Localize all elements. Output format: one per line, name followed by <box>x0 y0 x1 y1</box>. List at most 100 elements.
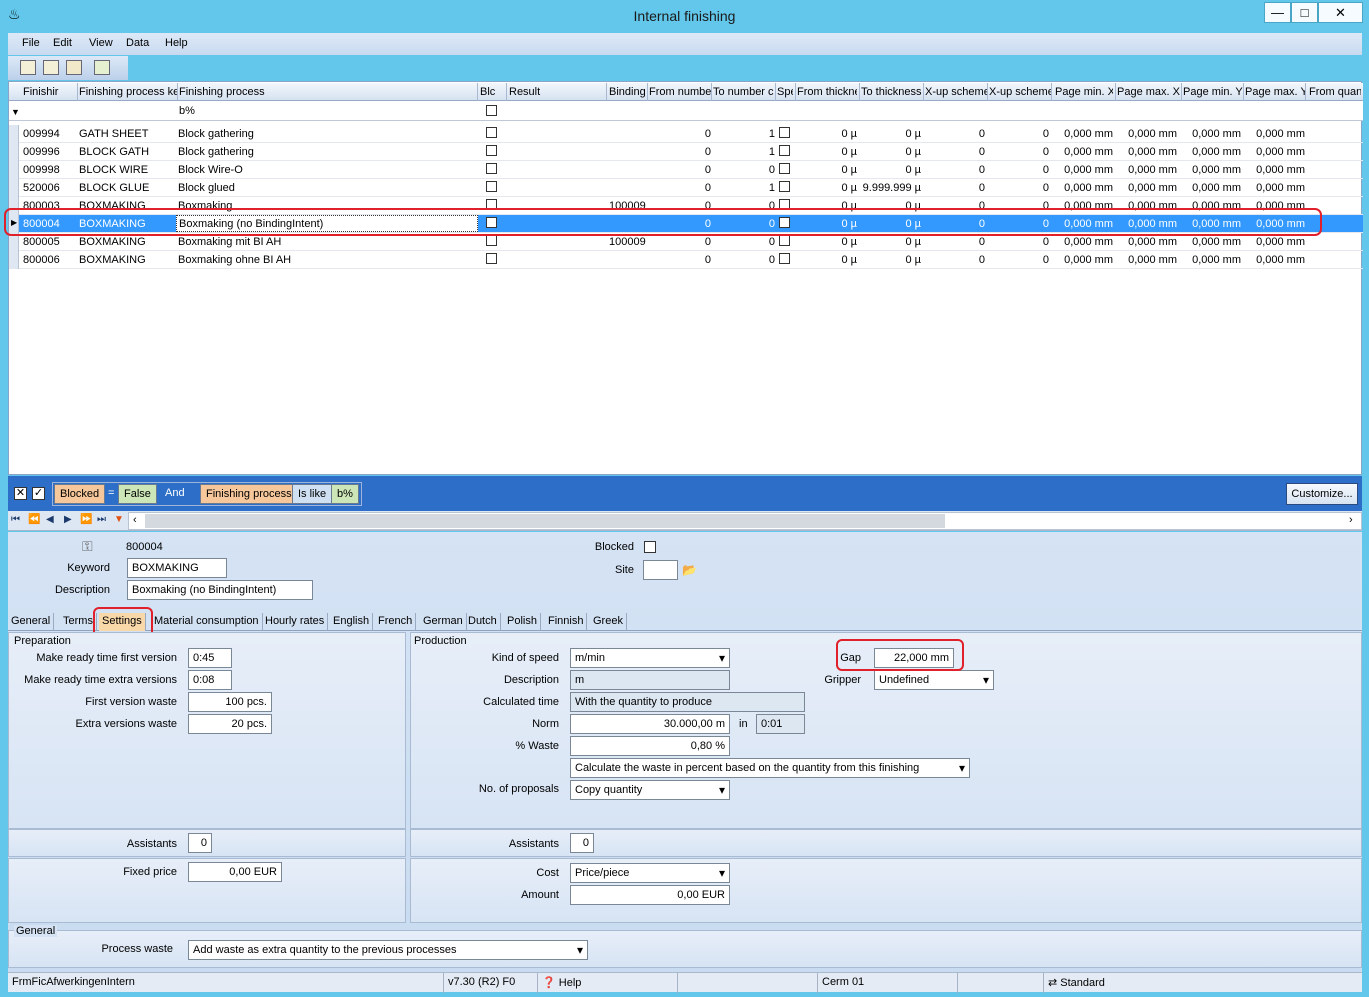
kind-of-speed-select[interactable]: m/min <box>570 648 730 668</box>
cell-pmaxx[interactable]: 0,000 mm <box>1128 146 1177 158</box>
col-to-thickness[interactable]: To thickness <box>861 86 923 98</box>
cell-from[interactable]: 0 <box>705 182 711 194</box>
cell-x2[interactable]: 0 <box>1043 146 1049 158</box>
customize-button[interactable]: Customize... <box>1286 483 1358 505</box>
menu-edit[interactable]: Edit <box>53 37 72 49</box>
wizard-icon[interactable] <box>94 60 110 75</box>
row-blocked-checkbox[interactable] <box>486 145 497 156</box>
cell-no[interactable]: 009994 <box>23 128 60 140</box>
blocked-checkbox[interactable] <box>644 541 656 553</box>
maximize-button[interactable]: □ <box>1291 2 1318 23</box>
cost-select[interactable]: Price/piece <box>570 863 730 883</box>
col-xup-scheme-2[interactable]: X-up scheme <box>989 86 1051 98</box>
cell-x1[interactable]: 0 <box>979 164 985 176</box>
col-from-number[interactable]: From numbe <box>649 86 711 98</box>
row-header[interactable] <box>9 125 19 143</box>
col-result[interactable]: Result <box>509 86 605 98</box>
cell-pmaxy[interactable]: 0,000 mm <box>1256 182 1305 194</box>
row-spe-checkbox[interactable] <box>779 181 790 192</box>
filter-process-value[interactable]: b% <box>179 105 195 117</box>
row-spe-checkbox[interactable] <box>779 163 790 174</box>
cell-fthick[interactable]: 0 µ <box>841 128 857 140</box>
col-binding[interactable]: Binding <box>609 86 647 98</box>
col-blocked[interactable]: Blc <box>480 86 500 98</box>
cell-to[interactable]: 0 <box>769 164 775 176</box>
tab-german[interactable]: German <box>420 613 467 631</box>
cell-x2[interactable]: 0 <box>1043 164 1049 176</box>
cell-pminx[interactable]: 0,000 mm <box>1064 254 1113 266</box>
col-from-quantity[interactable]: From quant <box>1309 86 1361 98</box>
cell-pminy[interactable]: 0,000 mm <box>1192 128 1241 140</box>
menu-data[interactable]: Data <box>126 37 149 49</box>
row-spe-checkbox[interactable] <box>779 145 790 156</box>
status-help[interactable]: ❓ Help <box>538 973 678 993</box>
cell-to[interactable]: 0 <box>769 236 775 248</box>
cell-tthick[interactable]: 0 µ <box>905 128 921 140</box>
cell-to[interactable]: 1 <box>769 128 775 140</box>
cell-pmaxx[interactable]: 0,000 mm <box>1128 164 1177 176</box>
first-version-waste-field[interactable]: 100 pcs. <box>188 692 272 712</box>
cell-from[interactable]: 0 <box>705 164 711 176</box>
col-xup-scheme-1[interactable]: X-up scheme <box>925 86 987 98</box>
no-of-proposals-select[interactable]: Copy quantity <box>570 780 730 800</box>
cell-proc[interactable]: Boxmaking ohne BI AH <box>178 254 291 266</box>
cell-pmaxx[interactable]: 0,000 mm <box>1128 128 1177 140</box>
extra-versions-waste-field[interactable]: 20 pcs. <box>188 714 272 734</box>
filter-chip-finishing-process[interactable]: Finishing process <box>200 484 298 504</box>
cell-tthick[interactable]: 0 µ <box>905 236 921 248</box>
cell-pminy[interactable]: 0,000 mm <box>1192 236 1241 248</box>
table-row[interactable]: 009994 GATH SHEET Block gathering 0 1 0 µ 0 µ 0… <box>9 125 1363 143</box>
tab-material-consumption[interactable]: Material consumption <box>151 613 263 631</box>
cell-proc[interactable]: Boxmaking mit BI AH <box>178 236 281 248</box>
copy-icon[interactable] <box>43 60 59 75</box>
filter-funnel-icon[interactable]: ▼ <box>114 514 124 525</box>
cell-to[interactable]: 1 <box>769 182 775 194</box>
row-header[interactable] <box>9 161 19 179</box>
last-record-icon[interactable]: ⏭ <box>97 514 106 525</box>
site-field[interactable] <box>643 560 678 580</box>
open-icon[interactable] <box>20 60 36 75</box>
tab-hourly-rates[interactable]: Hourly rates <box>262 613 329 631</box>
cell-fthick[interactable]: 0 µ <box>841 182 857 194</box>
cell-x1[interactable]: 0 <box>979 254 985 266</box>
cell-from[interactable]: 0 <box>705 146 711 158</box>
status-layout[interactable]: ⇄ Standard <box>1044 973 1362 993</box>
col-page-max-y[interactable]: Page max. Y <box>1245 86 1305 98</box>
cell-pminx[interactable]: 0,000 mm <box>1064 164 1113 176</box>
row-header[interactable] <box>9 179 19 197</box>
cell-pmaxy[interactable]: 0,000 mm <box>1256 236 1305 248</box>
row-spe-checkbox[interactable] <box>779 235 790 246</box>
mr-first-field[interactable]: 0:45 <box>188 648 232 668</box>
apply-filter-icon[interactable]: ✓ <box>32 487 45 500</box>
row-header[interactable] <box>9 251 19 269</box>
cell-fthick[interactable]: 0 µ <box>841 164 857 176</box>
row-spe-checkbox[interactable] <box>779 253 790 264</box>
first-record-icon[interactable]: ⏮ <box>11 514 20 525</box>
table-row[interactable]: 009996 BLOCK GATH Block gathering 0 1 0 µ 0 µ 0… <box>9 143 1363 161</box>
cell-pminy[interactable]: 0,000 mm <box>1192 182 1241 194</box>
scroll-thumb[interactable] <box>145 514 945 528</box>
prev-record-icon[interactable]: ◀ <box>46 514 54 525</box>
row-blocked-checkbox[interactable] <box>486 235 497 246</box>
prep-assistants-field[interactable]: 0 <box>188 833 212 853</box>
tab-polish[interactable]: Polish <box>504 613 541 631</box>
col-page-min-x[interactable]: Page min. X <box>1055 86 1113 98</box>
clear-filter-icon[interactable]: ✕ <box>14 487 27 500</box>
cell-binding[interactable]: 100009 <box>609 236 646 248</box>
gripper-select[interactable]: Undefined <box>874 670 994 690</box>
close-button[interactable]: ✕ <box>1318 2 1363 23</box>
tab-general[interactable]: General <box>8 613 55 631</box>
cell-x2[interactable]: 0 <box>1043 254 1049 266</box>
folder-icon[interactable]: 📂 <box>682 563 697 577</box>
cell-pminy[interactable]: 0,000 mm <box>1192 254 1241 266</box>
cell-proc[interactable]: Block Wire-O <box>178 164 243 176</box>
cell-fthick[interactable]: 0 µ <box>841 236 857 248</box>
cell-key[interactable]: BLOCK GLUE <box>79 182 149 194</box>
col-spe[interactable]: Spe <box>777 86 793 98</box>
col-from-thickness[interactable]: From thickne <box>797 86 857 98</box>
cell-no[interactable]: 009996 <box>23 146 60 158</box>
filter-chip-false[interactable]: False <box>118 484 157 504</box>
cell-pmaxx[interactable]: 0,000 mm <box>1128 182 1177 194</box>
filter-chip-blocked[interactable]: Blocked <box>54 484 106 504</box>
cell-key[interactable]: BLOCK GATH <box>79 146 149 158</box>
